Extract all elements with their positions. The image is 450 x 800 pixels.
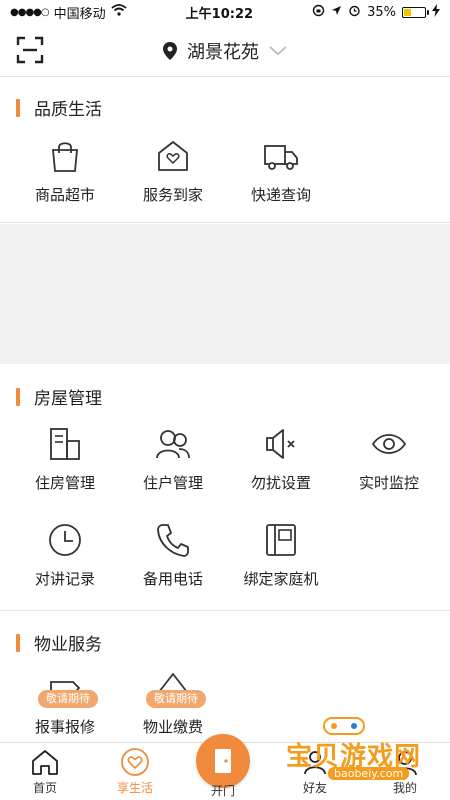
signal-dots-icon: ●●●●○ xyxy=(10,6,50,18)
home-device-icon xyxy=(266,524,296,556)
open-door-button[interactable] xyxy=(196,734,250,788)
delivery-truck-icon xyxy=(264,145,298,170)
tab-label: 享生活 xyxy=(116,781,153,795)
tile-backup-phone[interactable]: 备用电话 xyxy=(118,522,228,589)
section-accent-bar xyxy=(16,387,20,406)
section-title-text: 品质生活 xyxy=(34,100,102,120)
residents-icon xyxy=(156,430,190,459)
tile-label: 服务到家 xyxy=(142,186,203,204)
section-title-property-service: 物业服务 xyxy=(16,630,102,655)
coming-soon-badge: 敬请期待 xyxy=(146,690,206,708)
tile-label: 对讲记录 xyxy=(34,570,95,588)
mute-speaker-icon xyxy=(266,429,295,459)
status-right: 35% xyxy=(312,3,440,21)
tile-label: 住房管理 xyxy=(34,474,95,492)
tile-label: 住户管理 xyxy=(142,474,203,492)
community-name: 湖景花苑 xyxy=(187,42,259,63)
tile-bind-home-device[interactable]: 绑定家庭机 xyxy=(226,522,336,589)
tile-label: 实时监控 xyxy=(358,474,419,492)
coming-soon-badge: 敬请期待 xyxy=(38,690,98,708)
tile-label: 商品超市 xyxy=(34,186,95,204)
clock-icon xyxy=(49,524,81,556)
community-selector[interactable]: 湖景花苑 xyxy=(0,38,450,64)
watermark-url: baobeiy.com xyxy=(328,767,410,780)
watermark: 宝贝游戏网 baobeiy.com xyxy=(268,712,438,782)
location-pin-icon xyxy=(163,42,177,60)
section-accent-bar xyxy=(16,633,20,652)
section-title-text: 房屋管理 xyxy=(34,389,102,409)
battery-level xyxy=(403,8,411,16)
tile-home-service[interactable]: 服务到家 xyxy=(118,138,228,205)
building-icon xyxy=(50,428,80,460)
shopping-bag-icon xyxy=(52,142,78,172)
section-title-quality-life: 品质生活 xyxy=(16,95,102,120)
section-accent-bar xyxy=(16,98,20,117)
tile-intercom-records[interactable]: 对讲记录 xyxy=(10,522,120,589)
status-bar: ●●●●○ 中国移动 上午10:22 35% xyxy=(0,0,450,24)
tile-resident-management[interactable]: 住户管理 xyxy=(118,426,228,493)
heart-circle-icon xyxy=(121,748,149,776)
top-header: 湖景花苑 xyxy=(0,24,450,76)
banner-placeholder xyxy=(0,224,450,364)
section-divider xyxy=(0,610,450,611)
tile-do-not-disturb[interactable]: 勿扰设置 xyxy=(226,426,336,493)
alarm-icon xyxy=(348,4,361,21)
home-icon xyxy=(32,750,58,775)
tile-label: 报事报修 xyxy=(34,718,95,736)
tab-label: 首页 xyxy=(32,781,57,795)
section-title-house-management: 房屋管理 xyxy=(16,384,102,409)
status-left: ●●●●○ 中国移动 xyxy=(10,3,127,22)
tile-label: 物业缴费 xyxy=(142,718,203,736)
battery-percent: 35% xyxy=(367,4,396,20)
tile-label: 快递查询 xyxy=(250,186,311,204)
tab-home[interactable]: 首页 xyxy=(0,747,90,796)
eye-icon xyxy=(371,434,407,454)
carrier-label: 中国移动 xyxy=(53,6,106,22)
tile-label: 备用电话 xyxy=(142,570,203,588)
status-time: 上午10:22 xyxy=(185,6,254,22)
tile-label: 绑定家庭机 xyxy=(243,570,319,588)
header-divider xyxy=(0,76,450,77)
tile-live-monitor[interactable]: 实时监控 xyxy=(334,426,444,493)
battery-icon xyxy=(401,6,429,18)
tile-supermarket[interactable]: 商品超市 xyxy=(10,138,120,205)
tab-enjoy-life[interactable]: 享生活 xyxy=(90,747,180,796)
home-heart-icon xyxy=(158,141,188,171)
tile-express-query[interactable]: 快递查询 xyxy=(226,138,336,205)
tile-housing-management[interactable]: 住房管理 xyxy=(10,426,120,493)
chevron-down-icon xyxy=(269,46,287,56)
wifi-icon xyxy=(111,4,127,20)
tile-label: 勿扰设置 xyxy=(250,474,311,492)
charging-icon xyxy=(431,3,440,21)
gamepad-icon xyxy=(323,717,365,735)
door-icon xyxy=(215,749,231,773)
open-door-label: 开门 xyxy=(210,784,235,798)
location-arrow-icon xyxy=(331,5,342,20)
section-divider xyxy=(0,222,450,223)
section-title-text: 物业服务 xyxy=(34,635,102,655)
phone-icon xyxy=(157,524,189,557)
orientation-lock-icon xyxy=(312,4,325,21)
